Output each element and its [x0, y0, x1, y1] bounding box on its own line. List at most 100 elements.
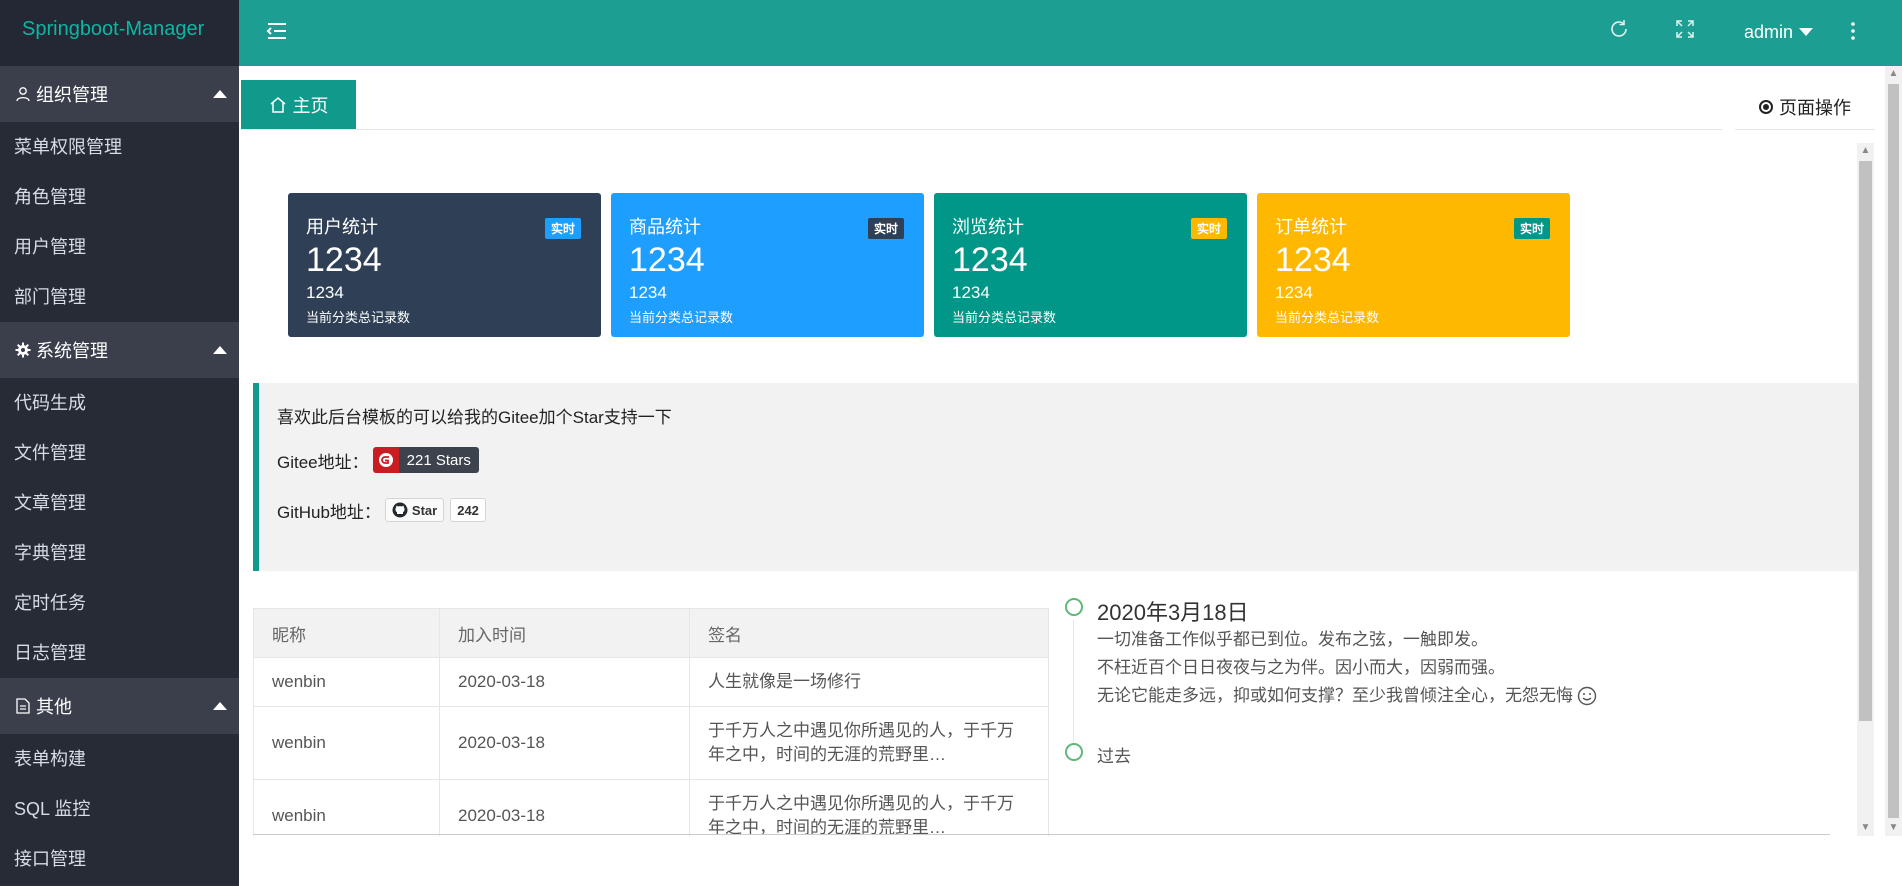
gitee-logo-icon	[372, 447, 399, 473]
stat-card: 商品统计 实时 1234 1234 当前分类总记录数	[611, 193, 924, 337]
window-scrollbar[interactable]: ▲ ▼	[1885, 66, 1902, 836]
timeline-line-3-wrap: 无论它能走多远，抑或如何支撑？至少我曾倾注全心，无怨无悔	[1097, 682, 1597, 710]
table-cell: 2020-03-18	[439, 706, 690, 780]
gitee-label: Gitee地址：	[277, 452, 369, 472]
timeline-title: 2020年3月18日	[1097, 600, 1249, 625]
stat-card-sub: 1234	[306, 283, 344, 302]
timeline-past: 过去	[1097, 747, 1131, 766]
realtime-badge: 实时	[544, 218, 581, 239]
table-body: wenbin 2020-03-18 人生就像是一场修行 wenbin 2020-03-1…	[253, 657, 1049, 836]
stat-card-sub: 1234	[952, 283, 990, 302]
stat-card-value: 1234	[306, 241, 382, 279]
sidebar: Springboot-Manager 组织管理菜单权限管理 角色管理 用户管理 部门管…	[0, 0, 239, 886]
stat-card-desc: 当前分类总记录数	[1275, 310, 1380, 325]
table-cell: wenbin	[253, 779, 440, 836]
sidebar-group-0[interactable]: 组织管理	[0, 66, 239, 122]
more-vertical-icon[interactable]	[1843, 19, 1863, 43]
realtime-badge: 实时	[1513, 218, 1550, 239]
github-star-button[interactable]: Star	[384, 498, 445, 522]
signature-text: 于千万人之中遇见你所遇见的人，于千万年之中，时间的无涯的荒野里…	[708, 794, 1014, 836]
sidebar-item[interactable]: 代码生成	[0, 378, 239, 428]
realtime-badge: 实时	[1190, 218, 1227, 239]
gitee-stars-badge[interactable]: 221 Stars	[372, 447, 479, 473]
content-scroll-down-icon[interactable]: ▼	[1857, 820, 1874, 836]
sidebar-item[interactable]: 文件管理	[0, 428, 239, 478]
realtime-badge: 实时	[867, 218, 904, 239]
user-table: 昵称 加入时间 签名 wenbin 2020-03-18 人生就像是一场修行 wenbin…	[253, 608, 1049, 836]
caret-down-icon	[1799, 28, 1814, 36]
sidebar-group-label: 组织管理	[36, 85, 108, 105]
sidebar-group-label: 其他	[36, 697, 72, 717]
timeline: 2020年3月18日 一切准备工作似乎都已到位。发布之弦，一触即发。 不枉近百个…	[1061, 598, 1821, 836]
tab-home-label: 主页	[292, 95, 329, 116]
stat-card-sub: 1234	[629, 283, 667, 302]
github-star-count[interactable]: 242	[450, 498, 486, 522]
menu-toggle-icon[interactable]	[265, 19, 289, 43]
home-icon	[270, 96, 285, 113]
sidebar-group-2[interactable]: 其他	[0, 678, 239, 734]
tab-divider	[241, 129, 1722, 130]
circle-dot-icon	[1759, 99, 1773, 114]
column-header: 昵称	[253, 608, 440, 658]
page-operations-button[interactable]: 页面操作	[1735, 84, 1875, 130]
sidebar-menu: 组织管理菜单权限管理 角色管理 用户管理 部门管理系统管理代码生成 文件管理 文章管理 字典…	[0, 66, 239, 884]
window-scroll-thumb[interactable]	[1888, 84, 1899, 818]
sidebar-item[interactable]: 菜单权限管理	[0, 122, 239, 172]
gitee-stars-count: 221 Stars	[398, 447, 479, 473]
sidebar-item[interactable]: 日志管理	[0, 628, 239, 678]
stat-card-value: 1234	[952, 241, 1028, 279]
timeline-line-2: 不枉近百个日日夜夜与之为伴。因小而大，因弱而强。	[1097, 658, 1505, 677]
content-bottom-border	[253, 834, 1830, 835]
stat-card-desc: 当前分类总记录数	[629, 310, 734, 325]
top-header: admin	[239, 0, 1902, 66]
tab-home[interactable]: 主页	[241, 80, 356, 129]
column-header: 签名	[689, 608, 1049, 658]
stat-card-title: 商品统计	[629, 217, 701, 237]
user-dropdown[interactable]: admin	[1744, 18, 1814, 46]
content-scrollbar[interactable]: ▲ ▼	[1857, 143, 1874, 836]
gear-icon	[14, 341, 32, 359]
stat-card-title: 浏览统计	[952, 217, 1024, 237]
signature-text: 于千万人之中遇见你所遇见的人，于千万年之中，时间的无涯的荒野里…	[708, 721, 1014, 764]
sidebar-item[interactable]: 定时任务	[0, 578, 239, 628]
table-row: wenbin 2020-03-18 于千万人之中遇见你所遇见的人，于千万年之中，时间…	[253, 706, 1049, 780]
sidebar-item[interactable]: 文章管理	[0, 478, 239, 528]
stat-card-title: 用户统计	[306, 217, 378, 237]
fullscreen-icon[interactable]	[1675, 19, 1695, 39]
document-icon	[14, 697, 32, 715]
content-scroll-up-icon[interactable]: ▲	[1857, 143, 1874, 159]
sidebar-item[interactable]: 用户管理	[0, 222, 239, 272]
stat-card-title: 订单统计	[1275, 217, 1347, 237]
sidebar-item[interactable]: SQL 监控	[0, 784, 239, 834]
github-label: GitHub地址：	[277, 502, 381, 522]
sidebar-group-1[interactable]: 系统管理	[0, 322, 239, 378]
scroll-up-icon[interactable]: ▲	[1885, 66, 1902, 82]
table-cell: wenbin	[253, 657, 440, 707]
content-scroll-thumb[interactable]	[1859, 161, 1872, 721]
sidebar-item[interactable]: 字典管理	[0, 528, 239, 578]
table-cell: 于千万人之中遇见你所遇见的人，于千万年之中，时间的无涯的荒野里…	[689, 779, 1049, 836]
refresh-icon[interactable]	[1607, 17, 1631, 41]
app-logo-title: Springboot-Manager	[0, 0, 239, 66]
table-header-row: 昵称 加入时间 签名	[253, 608, 1049, 658]
stat-card: 订单统计 实时 1234 1234 当前分类总记录数	[1257, 193, 1570, 337]
table-row: wenbin 2020-03-18 人生就像是一场修行	[253, 657, 1049, 707]
caret-up-icon	[213, 90, 227, 98]
sidebar-item[interactable]: 部门管理	[0, 272, 239, 322]
stat-card-desc: 当前分类总记录数	[306, 310, 411, 325]
sidebar-item[interactable]: 表单构建	[0, 734, 239, 784]
sidebar-group-label: 系统管理	[36, 341, 108, 361]
timeline-node-past-icon	[1065, 743, 1083, 761]
main-content: 用户统计 实时 1234 1234 当前分类总记录数 商品统计 实时 1234 1234 当前分类…	[241, 143, 1857, 836]
sidebar-item[interactable]: 接口管理	[0, 834, 239, 884]
github-star-label: Star	[411, 502, 438, 518]
sidebar-item[interactable]: 角色管理	[0, 172, 239, 222]
stat-card-value: 1234	[629, 241, 705, 279]
column-header: 加入时间	[439, 608, 690, 658]
page-operations-label: 页面操作	[1779, 97, 1851, 118]
timeline-line-1: 一切准备工作似乎都已到位。发布之弦，一触即发。	[1097, 630, 1488, 649]
scroll-down-icon[interactable]: ▼	[1885, 820, 1902, 836]
stat-card-sub: 1234	[1275, 283, 1313, 302]
stat-card-value: 1234	[1275, 241, 1351, 279]
notice-text: 喜欢此后台模板的可以给我的Gitee加个Star支持一下	[277, 408, 672, 427]
